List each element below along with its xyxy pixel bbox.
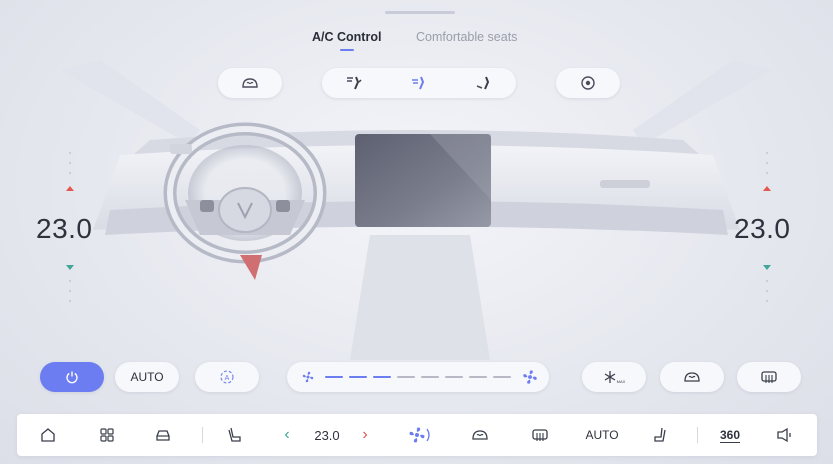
temp-scale-dot [69,152,71,154]
dock-seat-heat-button[interactable] [647,414,673,456]
tab-comfortable-seats-label: Comfortable seats [416,30,518,44]
vent-target-button[interactable] [556,68,620,98]
home-icon [41,428,55,442]
dock-seat-button[interactable] [222,414,248,456]
dock-temp-down-button[interactable]: ‹ [279,414,295,456]
temp-scale-dot [766,280,768,282]
fan-level-segment[interactable] [421,376,439,378]
dock-temp-value: 23.0 [314,427,340,443]
fan-level-segment[interactable] [493,376,511,378]
vent-target-icon [581,76,595,90]
dock-divider [202,427,203,443]
vent-face-defrost-button[interactable] [344,74,364,92]
tab-ac-control-label: A/C Control [312,30,382,44]
windshield-defrost-button[interactable] [218,68,282,98]
left-temp-down-arrow[interactable] [66,265,74,270]
dock-divider [697,427,698,443]
power-icon [66,371,78,384]
front-defrost-icon [684,372,700,382]
air-recirc-auto-icon: A [220,370,234,384]
max-ac-button[interactable]: MAX [582,362,646,392]
dock-360-label: 360 [719,427,741,443]
seat-icon [228,427,241,442]
tab-comfortable-seats[interactable]: Comfortable seats [416,30,517,44]
tab-ac-control[interactable]: A/C Control [312,30,382,51]
auto-button[interactable]: AUTO [115,362,179,392]
windshield-defrost-icon [242,78,258,88]
tab-bar: A/C Control Comfortable seats [0,30,833,56]
svg-text:MAX: MAX [617,379,626,384]
temp-scale-dot [766,300,768,302]
fan-level-segment[interactable] [445,376,463,378]
dock-fan-button[interactable] [403,414,437,456]
fan-level-segment[interactable] [373,376,391,378]
speaker-icon [777,427,791,443]
left-temp-up-arrow[interactable] [66,186,74,191]
rear-defrost-icon [532,429,548,441]
vent-face-icon [411,76,425,90]
apps-grid-icon [100,428,114,442]
temp-scale-dot [69,162,71,164]
vent-face-button[interactable] [409,74,429,92]
auto-button-label: AUTO [130,370,164,384]
car-interior-illustration [60,60,773,360]
temp-scale-dot [69,280,71,282]
chevron-right-icon: › [362,426,368,443]
temp-scale-dot [766,152,768,154]
temp-scale-dot [766,290,768,292]
temp-scale-dot [69,290,71,292]
fan-icon [409,427,430,443]
fan-high-icon [523,370,537,384]
dock-auto-button[interactable]: AUTO [582,414,622,456]
vent-direction-group [322,68,516,98]
dock-360-camera-button[interactable]: 360 [715,414,745,456]
temp-scale-dot [69,300,71,302]
right-temp-down-arrow[interactable] [763,265,771,270]
right-temp-up-arrow[interactable] [763,186,771,191]
front-defrost-button[interactable] [660,362,724,392]
tab-active-indicator [339,49,354,51]
chevron-left-icon: ‹ [284,426,290,443]
svg-text:A: A [225,375,230,382]
vent-face-defrost-icon [347,76,362,90]
snowflake-max-icon: MAX [604,371,626,384]
drag-handle[interactable] [385,11,455,14]
fan-level-segment[interactable] [349,376,367,378]
seat-heat-icon [654,427,666,442]
car-icon [156,430,170,441]
fan-level-segment[interactable] [469,376,487,378]
bottom-dock: ‹ 23.0 › AUTO 360 [17,414,817,456]
dock-apps-button[interactable] [94,414,120,456]
rear-defrost-button[interactable] [737,362,801,392]
dock-auto-label: AUTO [585,428,619,442]
temp-scale-dot [766,172,768,174]
fan-level-segment[interactable] [325,376,343,378]
dock-rear-defrost-button[interactable] [527,414,553,456]
rear-defrost-icon [761,371,777,383]
fan-low-icon [302,371,314,383]
dock-volume-button[interactable] [772,414,798,456]
fan-level-segment[interactable] [397,376,415,378]
dock-temp-up-button[interactable]: › [357,414,373,456]
dock-vehicle-button[interactable] [150,414,176,456]
vent-face-feet-icon [476,76,489,90]
power-button[interactable] [40,362,104,392]
dock-front-defrost-button[interactable] [467,414,493,456]
dock-home-button[interactable] [35,414,61,456]
front-defrost-icon [472,430,488,440]
air-recirc-auto-button[interactable]: A [195,362,259,392]
vent-face-feet-button[interactable] [474,74,494,92]
right-temp-value: 23.0 [734,213,791,244]
temp-scale-dot [69,172,71,174]
temp-scale-dot [766,162,768,164]
ac-control-screen: A/C Control Comfortable seats 23.0 23.0 … [0,0,833,464]
left-temp-value: 23.0 [36,213,93,244]
fan-speed-slider[interactable] [287,362,549,392]
